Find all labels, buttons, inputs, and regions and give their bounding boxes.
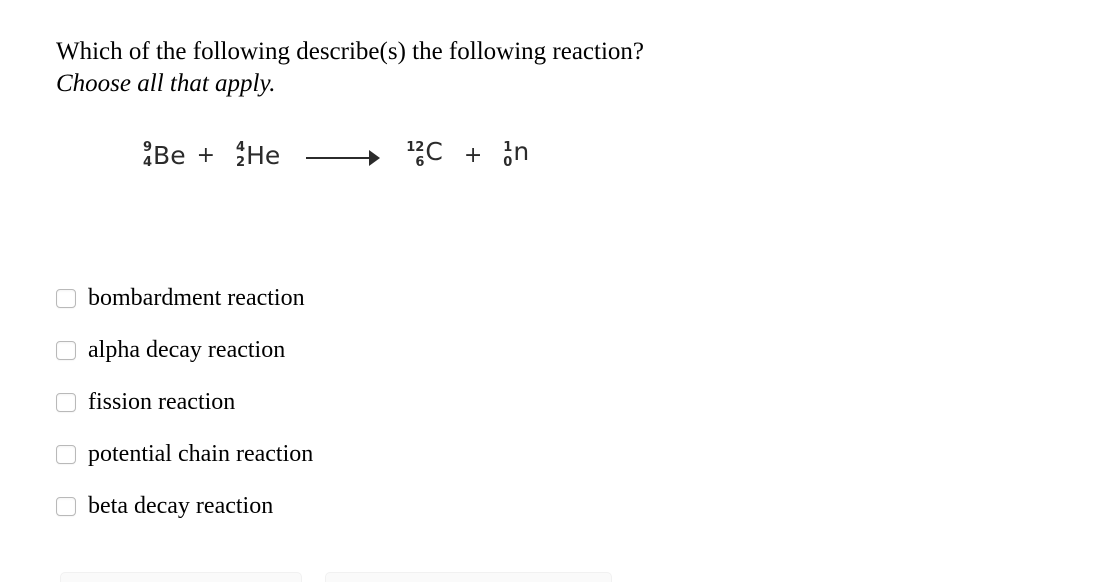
arrow-shaft: [306, 157, 373, 159]
element-symbol: C: [425, 136, 443, 166]
option-label: beta decay reaction: [88, 493, 274, 519]
atomic-number: 2: [236, 155, 246, 170]
mass-number: 9: [143, 140, 153, 155]
mass-number: 12: [406, 140, 425, 155]
option-fission-reaction[interactable]: fission reaction: [56, 376, 756, 428]
option-potential-chain-reaction[interactable]: potential chain reaction: [56, 428, 756, 480]
option-label: bombardment reaction: [88, 285, 305, 311]
element-symbol: n: [513, 136, 530, 166]
option-label: fission reaction: [88, 389, 236, 415]
option-bombardment-reaction[interactable]: bombardment reaction: [56, 272, 756, 324]
element-symbol: Be: [153, 140, 186, 170]
checkbox-beta-decay-reaction[interactable]: [56, 496, 76, 516]
nuclide-indices: 9 4: [143, 141, 152, 169]
bottom-partial-element-left[interactable]: [60, 572, 302, 582]
checkbox-alpha-decay-reaction[interactable]: [56, 340, 76, 360]
question-prompt: Which of the following describe(s) the f…: [56, 36, 956, 100]
nuclide-neutron: 1 0 n: [503, 136, 530, 170]
atomic-number: 6: [415, 155, 425, 170]
nuclear-equation: 9 4 Be + 4 2 He 12 6 C + 1 0 n: [143, 136, 530, 170]
checkbox-fission-reaction[interactable]: [56, 392, 76, 412]
answer-options-list: bombardment reaction alpha decay reactio…: [56, 272, 756, 532]
nuclide-helium-4: 4 2 He: [236, 141, 280, 169]
nuclide-beryllium-9: 9 4 Be: [143, 141, 186, 169]
mass-number: 1: [503, 140, 513, 155]
atomic-number: 0: [503, 155, 513, 170]
option-alpha-decay-reaction[interactable]: alpha decay reaction: [56, 324, 756, 376]
nuclide-indices: 4 2: [236, 141, 245, 169]
element-symbol: He: [246, 140, 281, 170]
arrow-head: [369, 150, 381, 166]
plus-operator: +: [196, 143, 216, 168]
option-label: alpha decay reaction: [88, 337, 286, 363]
option-beta-decay-reaction[interactable]: beta decay reaction: [56, 480, 756, 532]
reaction-arrow-icon: [306, 147, 381, 167]
checkbox-bombardment-reaction[interactable]: [56, 288, 76, 308]
nuclide-carbon-12: 12 6 C: [406, 136, 443, 170]
instruction-text: Choose all that apply.: [56, 70, 276, 97]
question-text: Which of the following describe(s) the f…: [56, 38, 645, 65]
nuclide-indices: 12 6: [406, 141, 424, 169]
nuclide-indices: 1 0: [503, 141, 512, 169]
option-label: potential chain reaction: [88, 441, 314, 467]
plus-operator: +: [463, 143, 483, 168]
atomic-number: 4: [143, 155, 153, 170]
checkbox-potential-chain-reaction[interactable]: [56, 444, 76, 464]
bottom-partial-element-right[interactable]: [325, 572, 612, 582]
mass-number: 4: [236, 140, 246, 155]
